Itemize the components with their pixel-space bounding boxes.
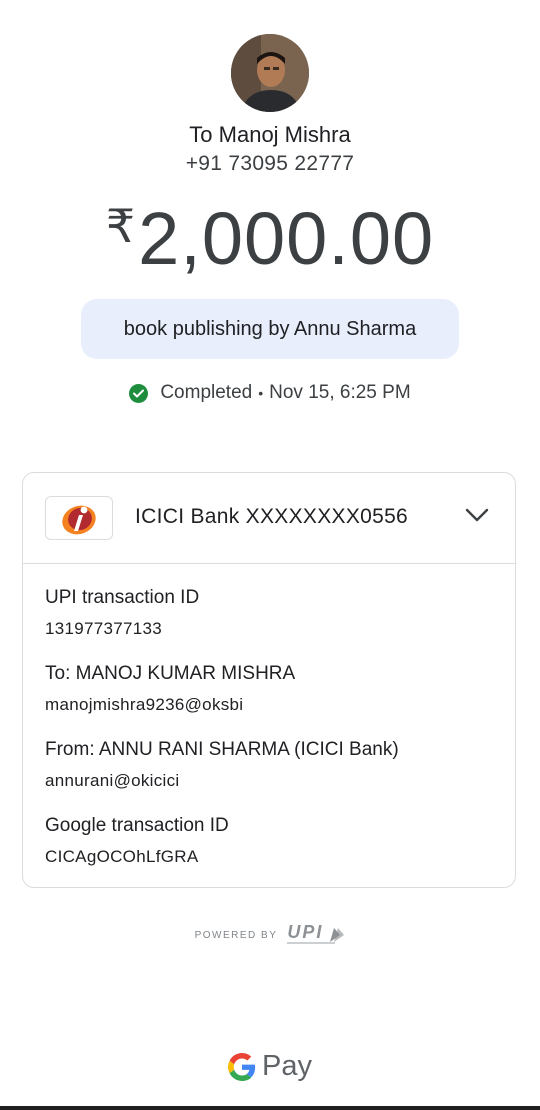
- transaction-details-card: ICICI Bank XXXXXXXX0556 UPI transaction …: [22, 472, 516, 888]
- recipient-phone: +91 73095 22777: [185, 152, 355, 175]
- to-account-label: To: MANOJ KUMAR MISHRA: [45, 663, 296, 684]
- chevron-down-icon[interactable]: [465, 507, 489, 523]
- status-separator: •: [258, 385, 264, 401]
- pay-wordmark: Pay: [262, 1050, 312, 1082]
- bank-account-label: ICICI Bank XXXXXXXX0556: [135, 505, 409, 528]
- to-upi-id: manojmishra9236@oksbi: [45, 695, 244, 714]
- google-transaction-id-value: CICAgOCOhLfGRA: [45, 847, 199, 866]
- google-transaction-id-label: Google transaction ID: [45, 815, 229, 836]
- bank-account-row[interactable]: ICICI Bank XXXXXXXX0556: [23, 473, 515, 564]
- upi-transaction-id-value: 131977377133: [45, 619, 163, 638]
- upi-logo-text: UPI: [287, 922, 324, 942]
- recipient-name: To Manoj Mishra: [189, 122, 351, 147]
- payment-note: book publishing by Annu Sharma: [81, 299, 459, 359]
- powered-by-text: POWERED BY: [194, 929, 278, 941]
- powered-by-upi: POWERED BY UPI: [0, 922, 540, 946]
- google-pay-brand: Pay: [0, 1050, 540, 1083]
- recipient-avatar: [231, 34, 309, 112]
- upi-logo: UPI: [285, 922, 345, 946]
- bottom-edge: [0, 1106, 540, 1110]
- amount-value: 2,000.00: [138, 197, 435, 280]
- upi-transaction-id-label: UPI transaction ID: [45, 587, 200, 608]
- payment-status: Completed • Nov 15, 6:25 PM: [0, 382, 540, 404]
- status-datetime: Nov 15, 6:25 PM: [269, 382, 411, 403]
- check-circle-icon: [129, 383, 149, 403]
- status-text: Completed: [160, 382, 253, 403]
- from-account-label: From: ANNU RANI SHARMA (ICICI Bank): [45, 739, 399, 760]
- google-g-icon: [228, 1052, 256, 1081]
- payment-amount: ₹2,000.00: [0, 196, 540, 281]
- from-upi-id: annurani@okicici: [45, 771, 180, 790]
- icici-logo-icon: [45, 496, 113, 540]
- currency-symbol: ₹: [105, 200, 137, 252]
- payment-note-text: book publishing by Annu Sharma: [123, 317, 417, 340]
